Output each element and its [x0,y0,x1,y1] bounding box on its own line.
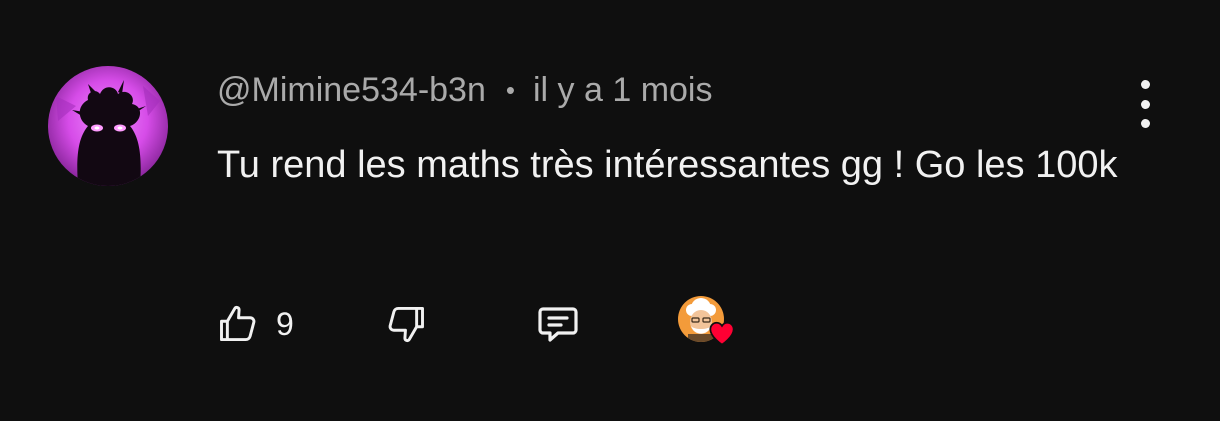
comment-thread: @Mimine534-b3n • il y a 1 mois Tu rend l… [0,0,1220,421]
author-avatar[interactable] [48,66,168,186]
creator-heart-icon [709,321,735,346]
meta-separator: • [505,74,515,105]
thumb-down-icon [388,306,424,343]
menu-dot [1140,80,1150,89]
comment-text: Tu rend les maths très intéressantes gg … [217,144,1118,186]
menu-dot [1140,99,1150,109]
reply-button[interactable] [534,300,582,348]
like-count: 9 [276,305,294,342]
creator-heart-badge[interactable] [678,296,742,352]
dislike-button[interactable] [384,300,428,348]
menu-dot [1140,119,1150,128]
comment-timestamp[interactable]: il y a 1 mois [533,71,713,110]
comment-header: @Mimine534-b3n • il y a 1 mois [217,68,712,112]
shadow-creature-avatar-image [48,66,168,186]
like-button[interactable]: 9 [216,300,294,348]
reply-comment-icon [538,307,578,342]
thumb-up-icon [220,305,256,342]
author-name[interactable]: @Mimine534-b3n [217,71,486,110]
more-vert-icon[interactable] [1126,80,1164,128]
